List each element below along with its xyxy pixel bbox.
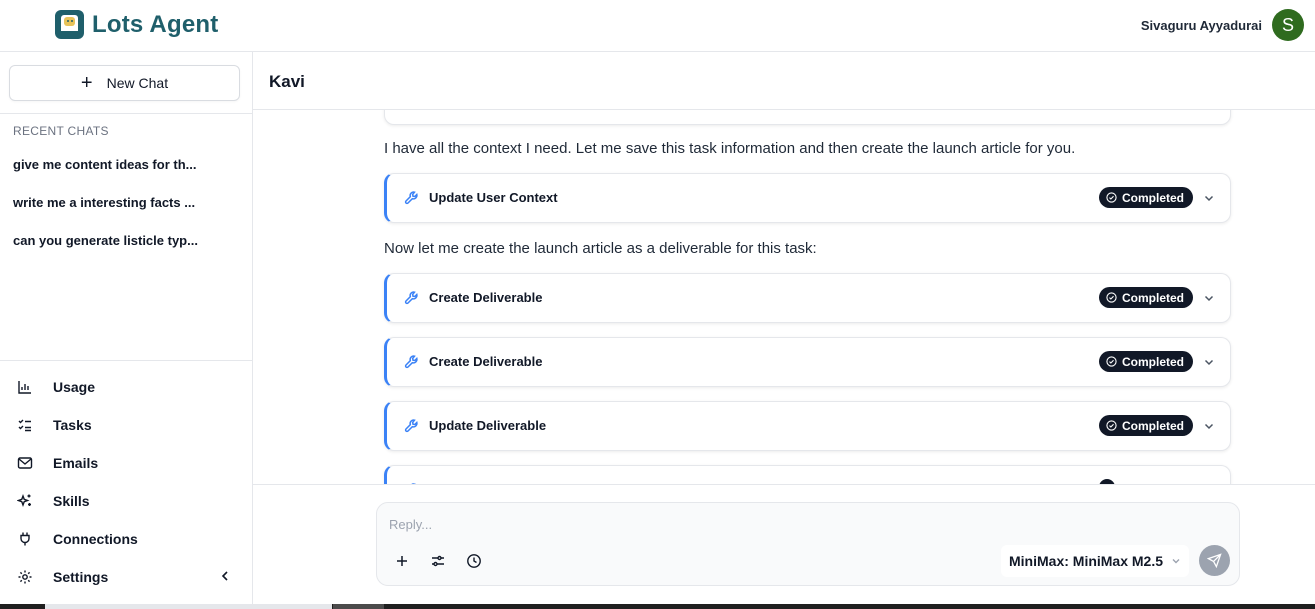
tool-call-label: Create Deliverable (429, 354, 543, 369)
send-button[interactable] (1199, 545, 1230, 576)
status-badge: Completed (1099, 187, 1194, 208)
reply-input[interactable]: Reply... (389, 517, 432, 532)
new-chat-label: New Chat (106, 75, 169, 91)
sidebar-item-connections[interactable]: Connections (17, 531, 138, 547)
divider (0, 113, 252, 114)
check-circle-icon (1106, 420, 1117, 431)
status-badge: Completed (1099, 415, 1194, 436)
chat-main: Kavi I have all the context I need. Let … (253, 52, 1315, 605)
gear-icon (18, 570, 32, 584)
sidebar-item-label: Tasks (53, 417, 92, 433)
status-text: Completed (1122, 290, 1185, 305)
status-text: Completed (1122, 354, 1185, 369)
assistant-message: Now let me create the launch article as … (384, 240, 817, 257)
status-badge: Completed (1099, 351, 1194, 372)
tool-call-card[interactable] (384, 110, 1231, 125)
divider (253, 484, 1315, 485)
mail-icon (17, 457, 33, 469)
check-circle-icon (1106, 356, 1117, 367)
wrench-icon (404, 291, 418, 305)
chevron-down-icon[interactable] (1203, 420, 1215, 432)
tool-call-label: Update User Context (429, 190, 558, 205)
sidebar-item-label: Connections (53, 531, 138, 547)
sidebar-item-settings[interactable]: Settings (17, 569, 108, 585)
app-name: Lots Agent (92, 10, 219, 38)
chevron-left-icon[interactable] (218, 569, 232, 583)
recent-chats-heading: RECENT CHATS (13, 124, 109, 138)
chevron-down-icon[interactable] (1203, 292, 1215, 304)
sidebar: + New Chat RECENT CHATS give me content … (0, 52, 253, 605)
sidebar-item-label: Skills (53, 493, 90, 509)
sliders-icon[interactable] (430, 553, 446, 569)
chat-header: Kavi (253, 52, 1315, 110)
send-icon (1207, 553, 1222, 568)
recent-chat-item[interactable]: give me content ideas for th... (13, 157, 238, 172)
chevron-down-icon[interactable] (1203, 192, 1215, 204)
sparkles-icon (17, 493, 31, 508)
taskbar-item[interactable] (45, 604, 332, 609)
chevron-down-icon[interactable] (1203, 356, 1215, 368)
sidebar-item-usage[interactable]: Usage (17, 379, 95, 395)
taskbar-item[interactable] (333, 604, 384, 609)
wrench-icon (404, 191, 418, 205)
list-checks-icon (18, 419, 31, 432)
sidebar-item-emails[interactable]: Emails (17, 455, 98, 471)
tool-call-card[interactable]: Update User Context Completed (384, 173, 1231, 223)
plug-icon (20, 532, 30, 546)
plus-icon[interactable] (394, 553, 410, 569)
sidebar-item-skills[interactable]: Skills (17, 493, 90, 509)
divider (0, 360, 252, 361)
wrench-icon (404, 419, 418, 433)
chevron-down-icon (1172, 559, 1180, 564)
app-logo[interactable]: Lots Agent (55, 10, 218, 39)
tool-call-card[interactable]: Update Deliverable Completed (384, 401, 1231, 451)
recent-chat-item[interactable]: can you generate listicle typ... (13, 233, 238, 248)
wrench-icon (404, 355, 418, 369)
page-title: Kavi (269, 72, 305, 91)
plus-icon: + (80, 72, 93, 94)
check-circle-icon (1106, 192, 1117, 203)
check-circle-icon (1106, 292, 1117, 303)
message-thread[interactable]: I have all the context I need. Let me sa… (253, 110, 1315, 484)
new-chat-button[interactable]: + New Chat (9, 65, 240, 101)
recent-chat-item[interactable]: write me a interesting facts ... (13, 195, 238, 210)
model-selector[interactable]: MiniMax: MiniMax M2.5 (1001, 545, 1190, 577)
tool-call-label: Create Deliverable (429, 290, 543, 305)
bar-chart-icon (18, 381, 31, 394)
status-text: Completed (1122, 190, 1185, 205)
logo-icon (55, 10, 84, 39)
message-composer: Reply... MiniMax: MiniMax M2.5 (376, 502, 1240, 586)
user-menu[interactable]: Sivaguru Ayyadurai S (1141, 9, 1304, 41)
status-badge: Completed (1099, 287, 1194, 308)
assistant-message: I have all the context I need. Let me sa… (384, 140, 1076, 157)
user-name: Sivaguru Ayyadurai (1140, 17, 1262, 33)
os-taskbar (0, 604, 1315, 609)
tool-call-card[interactable]: Create Deliverable Completed (384, 337, 1231, 387)
tool-call-card[interactable]: Create Deliverable Completed (384, 273, 1231, 323)
model-name: MiniMax: MiniMax M2.5 (1009, 553, 1164, 569)
status-text: Completed (1122, 418, 1185, 433)
tool-call-label: Update Deliverable (429, 418, 547, 433)
avatar[interactable]: S (1272, 9, 1304, 41)
sidebar-item-label: Usage (53, 379, 96, 395)
sidebar-item-tasks[interactable]: Tasks (17, 417, 92, 433)
sidebar-item-label: Emails (53, 455, 99, 471)
top-bar: Lots Agent Sivaguru Ayyadurai S (0, 0, 1315, 52)
clock-icon[interactable] (466, 553, 482, 569)
sidebar-item-label: Settings (53, 569, 109, 585)
tool-call-card[interactable] (384, 465, 1231, 484)
